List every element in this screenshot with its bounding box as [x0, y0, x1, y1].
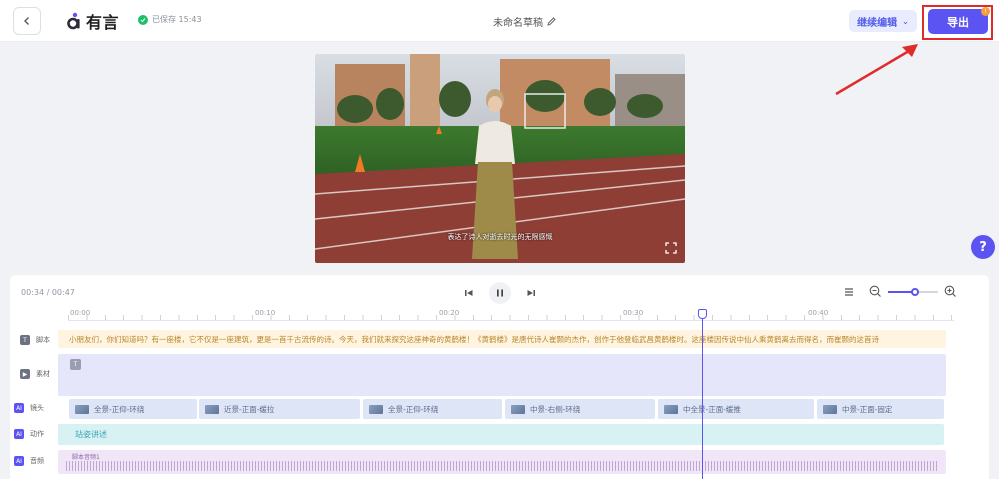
shot-thumbnail: [511, 404, 525, 414]
camera-shot-clip[interactable]: 中景-正面-固定: [817, 399, 944, 419]
row-label-audio: AI 音频: [14, 456, 44, 466]
annotation-arrow: [835, 44, 918, 96]
camera-shot-clip[interactable]: 全景-正仰-环绕: [363, 399, 502, 419]
shot-label: 中景-正面-固定: [842, 404, 893, 414]
row-label-camera: AI 镜头: [14, 403, 44, 413]
fullscreen-icon[interactable]: [665, 242, 677, 254]
shot-thumbnail: [369, 404, 383, 414]
ai-camera-icon: AI: [14, 403, 24, 413]
logo-text: 有言: [86, 13, 120, 32]
draft-title-text: 未命名草稿: [493, 18, 543, 29]
row-label-material: ▶ 素材: [20, 369, 50, 379]
logo-icon: [66, 12, 82, 30]
shot-thumbnail: [75, 404, 89, 414]
material-item-icon[interactable]: T: [70, 359, 81, 370]
draft-title[interactable]: 未命名草稿: [493, 14, 556, 29]
row-label-text: 动作: [30, 430, 44, 438]
shot-label: 中景-右侧-环绕: [530, 404, 581, 414]
camera-shot-clip[interactable]: 中景-右侧-环绕: [505, 399, 655, 419]
playhead-line: [702, 311, 703, 479]
row-label-text: 音频: [30, 457, 44, 465]
shot-label: 近景-正面-缓拉: [224, 404, 275, 414]
ai-action-icon: AI: [14, 429, 24, 439]
chevron-left-icon: [24, 17, 29, 25]
row-label-action: AI 动作: [14, 429, 44, 439]
shot-thumbnail: [205, 404, 219, 414]
audio-waveform: [66, 461, 938, 471]
material-track[interactable]: T: [58, 354, 946, 396]
chevron-down-icon: ⌄: [902, 16, 909, 26]
action-track[interactable]: 站姿讲述: [58, 424, 944, 445]
continue-edit-label: 继续编辑: [857, 17, 898, 29]
zoom-out-icon[interactable]: [869, 285, 882, 298]
zoom-slider[interactable]: [888, 287, 938, 296]
shot-thumbnail: [664, 404, 678, 414]
edit-icon[interactable]: [547, 17, 556, 26]
camera-shot-clip[interactable]: 中全景-正面-缓推: [658, 399, 814, 419]
pause-icon: [497, 289, 503, 297]
export-label: 导出: [947, 15, 969, 29]
video-preview[interactable]: 表达了诗人对逝去时光的无限感慨: [315, 54, 685, 263]
shot-label: 中全景-正面-缓推: [683, 404, 741, 414]
export-button[interactable]: 导出: [928, 9, 988, 34]
previous-button[interactable]: [460, 284, 478, 302]
help-button[interactable]: ?: [971, 235, 995, 259]
material-icon: ▶: [20, 369, 30, 379]
app-logo[interactable]: 有言: [66, 9, 119, 33]
save-status-text: 已保存 15:43: [152, 15, 202, 24]
ruler-ticks: [68, 315, 954, 320]
shot-label: 全景-正仰-环绕: [94, 404, 145, 414]
back-button[interactable]: [13, 7, 41, 35]
continue-edit-button[interactable]: 继续编辑 ⌄: [849, 10, 917, 32]
audio-clip-label: 脚本音频1: [72, 454, 100, 461]
row-label-text: 素材: [36, 370, 50, 378]
time-display: 00:34 / 00:47: [21, 288, 75, 297]
top-bar: 有言 已保存 15:43 未命名草稿 继续编辑 ⌄ 导出 !: [0, 0, 999, 42]
camera-shot-clip[interactable]: 全景-正仰-环绕: [69, 399, 197, 419]
preview-subtitle: 表达了诗人对逝去时光的无限感慨: [447, 233, 553, 241]
camera-shot-clip[interactable]: 近景-正面-缓拉: [199, 399, 360, 419]
list-icon[interactable]: [843, 286, 855, 298]
shot-thumbnail: [823, 404, 837, 414]
script-icon: T: [20, 335, 30, 345]
row-label-text: 镜头: [30, 404, 44, 412]
row-label-script: T 脚本: [20, 335, 50, 345]
zoom-in-icon[interactable]: [944, 285, 957, 298]
zoom-controls: [843, 285, 957, 298]
skip-forward-icon: [527, 290, 535, 296]
ai-audio-icon: AI: [14, 456, 24, 466]
next-button[interactable]: [522, 284, 540, 302]
shot-label: 全景-正仰-环绕: [388, 404, 439, 414]
audio-track[interactable]: 脚本音频1: [58, 450, 946, 474]
script-track[interactable]: 小朋友们，你们知道吗？有一座楼，它不仅是一座建筑，更是一首千古流传的诗。今天，我…: [58, 330, 946, 348]
playhead-handle[interactable]: [698, 309, 707, 319]
skip-back-icon: [465, 290, 473, 296]
row-label-text: 脚本: [36, 336, 50, 344]
export-badge: !: [981, 7, 990, 16]
zoom-slider-handle[interactable]: [911, 287, 919, 296]
pause-button[interactable]: [489, 282, 511, 304]
check-icon: [138, 14, 148, 25]
save-status: 已保存 15:43: [138, 14, 202, 25]
time-ruler[interactable]: 00:00 00:10 00:20 00:30 00:40: [68, 307, 954, 321]
